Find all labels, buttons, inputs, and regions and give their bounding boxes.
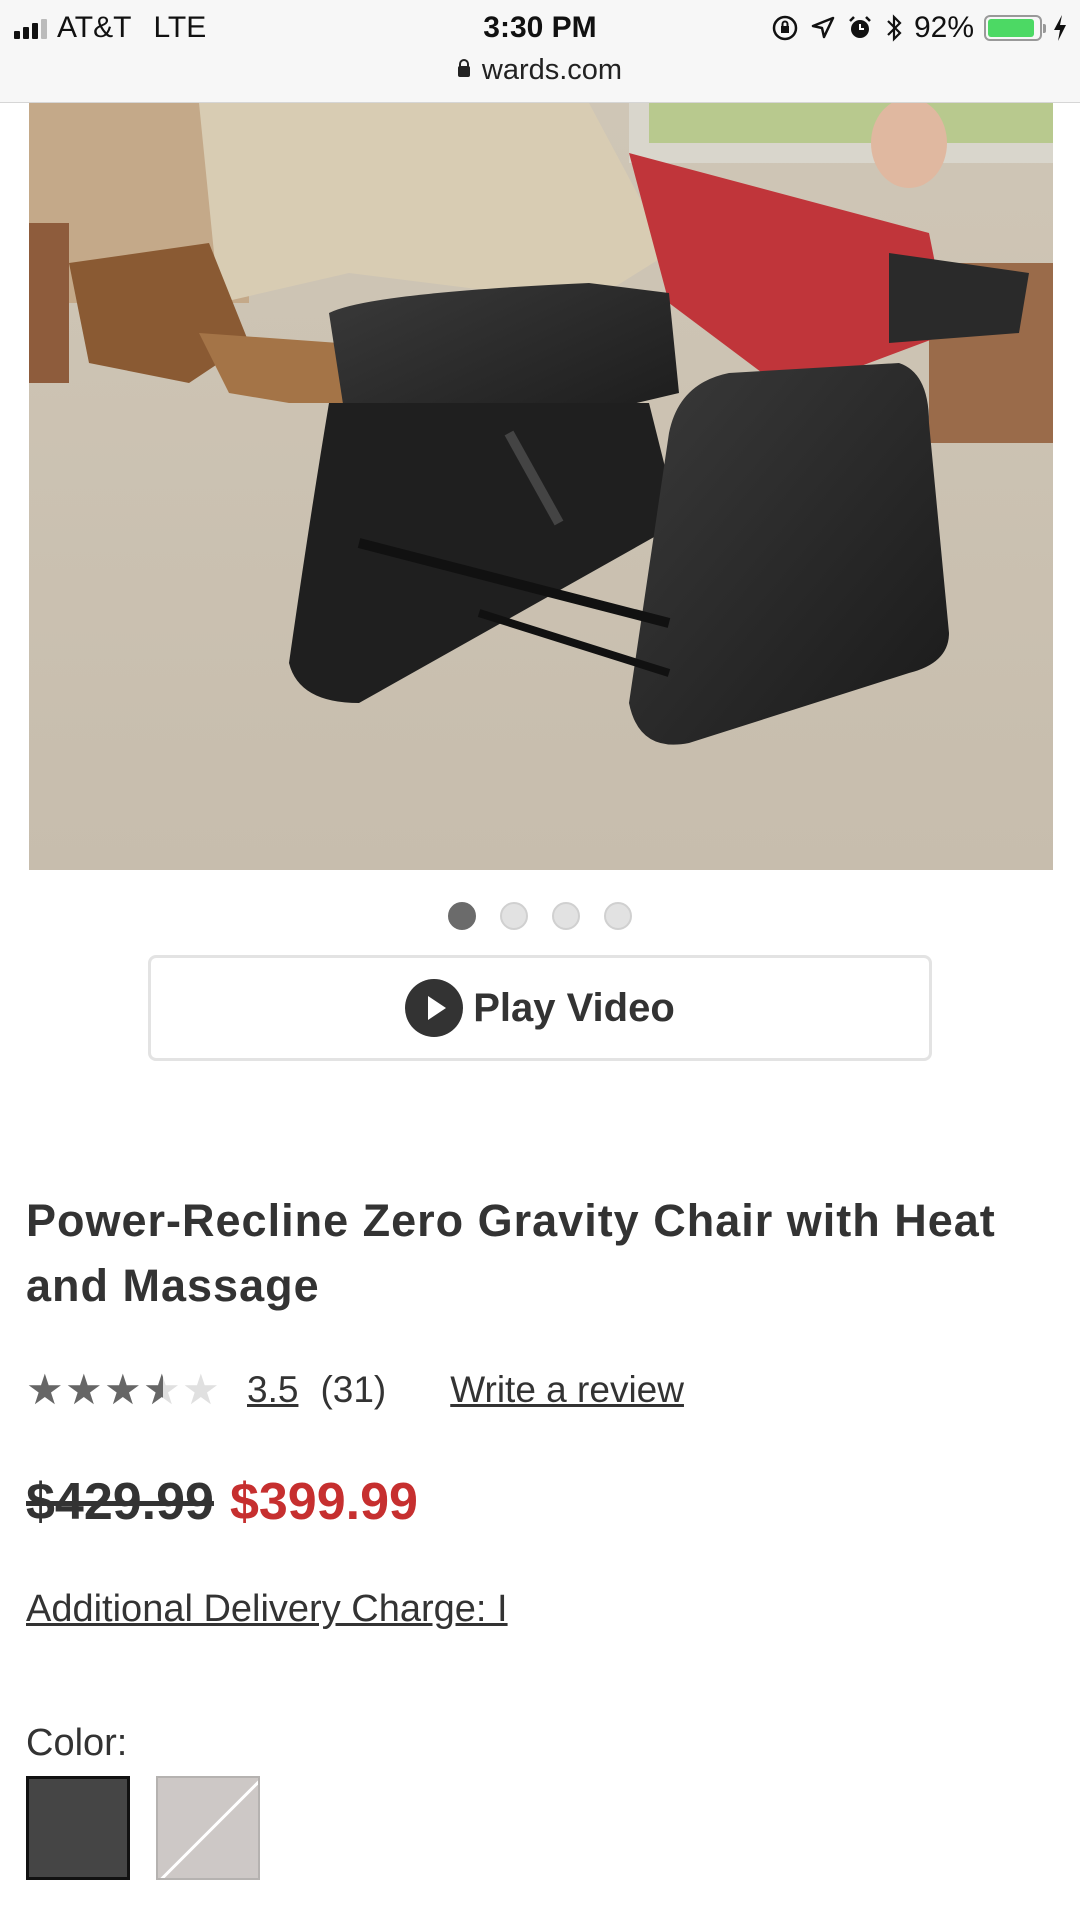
address-bar[interactable]: wards.com <box>0 50 1080 90</box>
price-row: $429.99 $399.99 <box>26 1470 418 1534</box>
star-icon: ★ <box>65 1366 103 1413</box>
write-review-link[interactable]: Write a review <box>450 1369 684 1411</box>
rating-row: ★ ★ ★ ★ ★ 3.5 (31) Write a review <box>26 1362 684 1418</box>
play-video-button[interactable]: Play Video <box>148 955 932 1061</box>
star-icon: ★ <box>104 1366 142 1413</box>
charging-icon <box>1054 15 1066 41</box>
color-label: Color: <box>26 1722 128 1764</box>
battery-icon <box>984 15 1046 41</box>
color-swatch-black[interactable] <box>26 1776 130 1880</box>
star-rating: ★ ★ ★ ★ ★ <box>26 1366 221 1413</box>
carousel-dot-4[interactable] <box>604 902 632 930</box>
orientation-lock-icon <box>772 15 798 41</box>
color-swatches <box>26 1776 260 1880</box>
half-star-icon: ★ <box>143 1369 182 1412</box>
product-title: Power-Recline Zero Gravity Chair with He… <box>26 1195 996 1311</box>
lock-icon <box>457 59 470 77</box>
carousel-dot-2[interactable] <box>500 902 528 930</box>
empty-star-icon: ★ <box>182 1366 220 1413</box>
original-price: $429.99 <box>26 1473 214 1531</box>
color-swatch-gray-unavailable[interactable] <box>156 1776 260 1880</box>
carousel-dot-1[interactable] <box>448 902 476 930</box>
rating-value-link[interactable]: 3.5 <box>247 1369 298 1411</box>
carousel-dots <box>0 902 1080 930</box>
location-icon <box>811 16 835 39</box>
carousel-dot-3[interactable] <box>552 902 580 930</box>
play-icon <box>405 979 464 1037</box>
status-right: 92% <box>770 8 1068 48</box>
bluetooth-icon <box>887 14 902 42</box>
battery-percent: 92% <box>913 11 974 44</box>
url-text: wards.com <box>481 54 623 86</box>
product-image[interactable] <box>29 103 1053 870</box>
delivery-charge-link[interactable]: Additional Delivery Charge: I <box>26 1588 508 1631</box>
review-count: (31) <box>320 1369 387 1410</box>
sale-price: $399.99 <box>229 1473 418 1531</box>
star-icon: ★ <box>26 1366 64 1413</box>
play-video-label: Play Video <box>473 985 675 1030</box>
alarm-icon <box>849 16 871 38</box>
status-bar: AT&T LTE 3:30 PM 92% wards.com <box>0 0 1080 103</box>
